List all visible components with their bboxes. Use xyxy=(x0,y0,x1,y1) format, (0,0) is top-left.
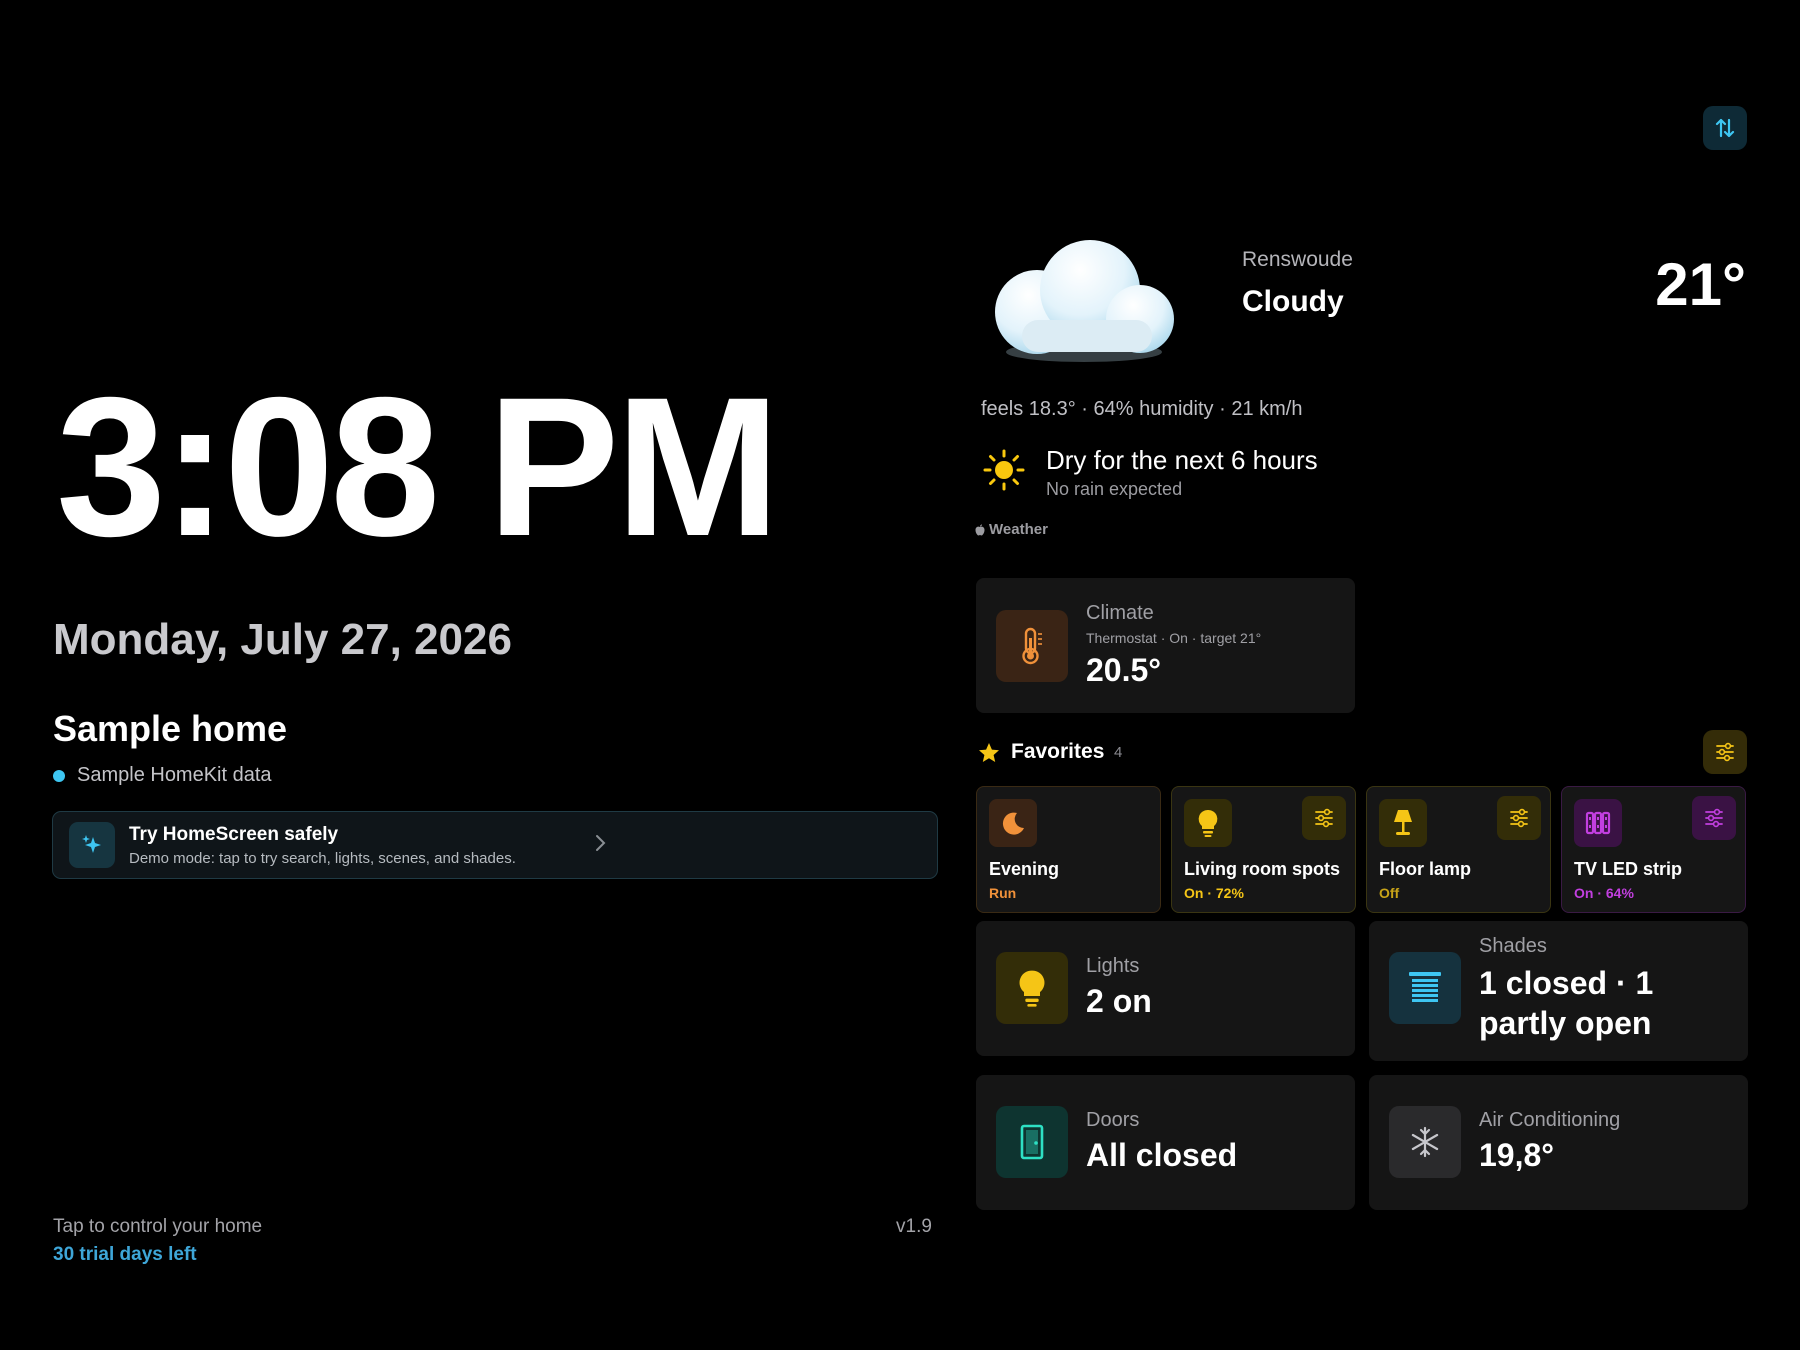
home-source: Sample HomeKit data xyxy=(53,764,272,787)
lamp-icon xyxy=(1379,799,1427,847)
weather-credit-label: Weather xyxy=(989,521,1048,538)
favorite-tile-floor-lamp[interactable]: Floor lamp Off xyxy=(1366,786,1551,913)
favorite-settings-button[interactable] xyxy=(1302,796,1346,840)
clock-time: 3:08 PM xyxy=(56,356,780,577)
favorite-name: TV LED strip xyxy=(1574,859,1683,879)
favorites-settings-button[interactable] xyxy=(1703,730,1747,774)
favorite-name: Living room spots xyxy=(1184,859,1341,879)
favorite-name: Evening xyxy=(989,859,1060,879)
star-icon xyxy=(977,741,1001,765)
demo-banner-subtitle: Demo mode: tap to try search, lights, sc… xyxy=(129,849,516,867)
status-dot xyxy=(53,769,65,782)
weather-condition: Cloudy xyxy=(1242,285,1344,318)
favorite-tile-tv-led-strip[interactable]: TV LED strip On · 64% xyxy=(1561,786,1746,913)
ac-label: Air Conditioning xyxy=(1479,1109,1621,1131)
shades-value-line2: partly open xyxy=(1479,1005,1652,1041)
shades-card[interactable]: Shades 1 closed · 1 partly open xyxy=(1369,921,1748,1061)
sliders-icon xyxy=(1510,808,1528,828)
climate-label: Climate xyxy=(1086,602,1154,624)
weather-temperature: 21° xyxy=(1655,251,1746,318)
chevron-right-icon xyxy=(593,834,607,857)
snowflake-icon xyxy=(1389,1106,1461,1178)
favorite-name: Floor lamp xyxy=(1379,859,1472,879)
weather-credit: Weather xyxy=(975,521,1048,538)
favorite-tile-evening[interactable]: Evening Run xyxy=(976,786,1161,913)
demo-banner-title: Try HomeScreen safely xyxy=(129,823,339,845)
sliders-icon xyxy=(1705,808,1723,828)
door-icon xyxy=(996,1106,1068,1178)
doors-card[interactable]: Doors All closed xyxy=(976,1075,1355,1210)
favorite-state: Run xyxy=(989,885,1017,901)
ac-value: 19,8° xyxy=(1479,1137,1555,1173)
trial-days-link[interactable]: 30 trial days left xyxy=(53,1244,197,1266)
sparkles-icon xyxy=(69,822,115,868)
weather-details: feels 18.3° · 64% humidity · 21 km/h xyxy=(981,398,1303,420)
clock-date: Monday, July 27, 2026 xyxy=(53,615,512,664)
led-strip-icon xyxy=(1574,799,1622,847)
favorites-count: 4 xyxy=(1114,744,1123,761)
lights-card[interactable]: Lights 2 on xyxy=(976,921,1355,1056)
sun-icon xyxy=(982,448,1026,492)
sliders-icon xyxy=(1716,742,1734,762)
thermometer-icon xyxy=(996,610,1068,682)
doors-label: Doors xyxy=(1086,1109,1140,1131)
climate-card[interactable]: Climate Thermostat · On · target 21° 20.… xyxy=(976,578,1355,713)
sliders-icon xyxy=(1315,808,1333,828)
favorite-tile-living-room-spots[interactable]: Living room spots On · 72% xyxy=(1171,786,1356,913)
lights-label: Lights xyxy=(1086,955,1140,977)
favorite-settings-button[interactable] xyxy=(1497,796,1541,840)
lightbulb-icon xyxy=(1184,799,1232,847)
apple-logo-icon xyxy=(975,523,985,535)
climate-value: 20.5° xyxy=(1086,652,1162,688)
tap-hint: Tap to control your home xyxy=(53,1216,263,1237)
blinds-icon xyxy=(1389,952,1461,1024)
favorites-title: Favorites xyxy=(1011,740,1105,763)
swap-layout-button[interactable] xyxy=(1703,106,1747,150)
cloud-icon xyxy=(992,240,1182,370)
home-name[interactable]: Sample home xyxy=(53,708,287,750)
favorite-state: Off xyxy=(1379,885,1400,901)
home-source-label: Sample HomeKit data xyxy=(77,764,272,786)
demo-banner[interactable]: Try HomeScreen safely Demo mode: tap to … xyxy=(52,811,938,879)
favorite-state: On · 72% xyxy=(1184,885,1244,901)
air-conditioning-card[interactable]: Air Conditioning 19,8° xyxy=(1369,1075,1748,1210)
favorite-state: On · 64% xyxy=(1574,885,1634,901)
climate-sub: Thermostat · On · target 21° xyxy=(1086,630,1262,646)
moon-icon xyxy=(989,799,1037,847)
doors-value: All closed xyxy=(1086,1137,1238,1173)
lightbulb-icon xyxy=(996,952,1068,1024)
shades-label: Shades xyxy=(1479,935,1547,957)
shades-value-line1: 1 closed · 1 xyxy=(1479,965,1654,1001)
favorite-settings-button[interactable] xyxy=(1692,796,1736,840)
version-label: v1.9 xyxy=(896,1216,932,1237)
weather-location: Renswoude xyxy=(1242,248,1353,271)
forecast-title: Dry for the next 6 hours xyxy=(1046,445,1318,475)
shades-value: 1 closed · 1 partly open xyxy=(1479,963,1653,1043)
swap-arrows-icon xyxy=(1715,118,1735,138)
lights-value: 2 on xyxy=(1086,983,1152,1019)
forecast-subtitle: No rain expected xyxy=(1046,479,1183,499)
